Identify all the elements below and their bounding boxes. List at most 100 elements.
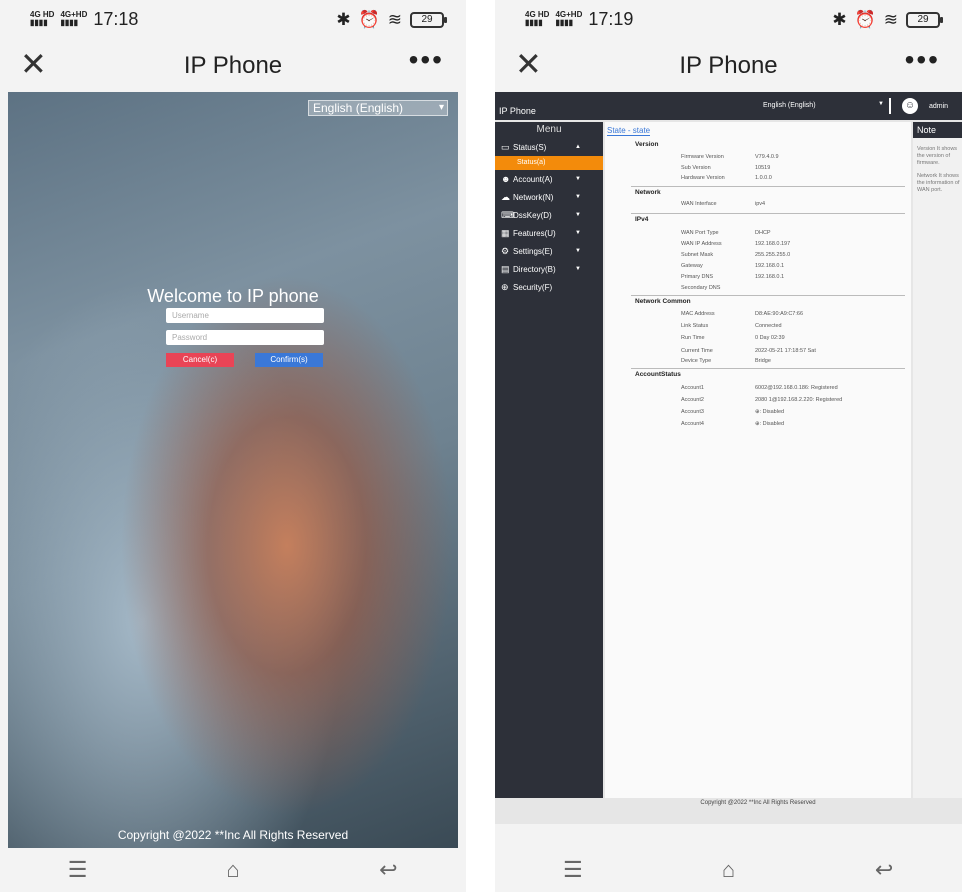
sidebar-item-status[interactable]: ▭ Status(S) ▲: [495, 138, 603, 156]
cancel-button[interactable]: Cancel(c): [166, 353, 234, 367]
welcome-heading: Welcome to IP phone: [147, 286, 319, 306]
field-value: 6002@192.168.0.186: Registered: [755, 385, 838, 391]
alarm-icon: ⏰: [358, 10, 380, 29]
grid-icon: ▦: [501, 228, 510, 238]
field-value: 2080 1@192.168.2.220: Registered: [755, 397, 843, 403]
field-label: Link Status: [681, 323, 709, 329]
chevron-down-icon: ▼: [575, 266, 581, 272]
chevron-down-icon[interactable]: ▼: [878, 101, 884, 107]
divider: [631, 186, 905, 187]
field-label: WAN IP Address: [681, 241, 722, 247]
sidebar-item-account[interactable]: ☻ Account(A) ▼: [495, 170, 603, 188]
book-icon: ▤: [501, 264, 510, 274]
divider: [631, 213, 905, 214]
field-value: Connected: [755, 323, 782, 329]
sidebar-item-directory[interactable]: ▤ Directory(B) ▼: [495, 260, 603, 278]
sidebar-item-features[interactable]: ▦ Features(U) ▼: [495, 224, 603, 242]
sidebar-item-network[interactable]: ☁ Network(N) ▼: [495, 188, 603, 206]
home-icon[interactable]: ⌂: [693, 857, 763, 883]
user-name[interactable]: admin: [929, 103, 948, 110]
field-label: Sub Version: [681, 165, 711, 171]
home-icon[interactable]: ⌂: [198, 857, 268, 883]
sidebar-subitem-status[interactable]: Status(a): [495, 156, 603, 170]
title-bar: ✕ IP Phone •••: [0, 40, 466, 92]
chevron-up-icon: ▲: [575, 144, 581, 150]
left-phone-screen: 4G HD ▮▮▮▮ 4G+HD ▮▮▮▮ 17:18 ✱ ⏰ ≋ 29 ✕ IP …: [0, 0, 466, 892]
username-input[interactable]: Username: [166, 308, 324, 323]
shield-icon: ⊕: [501, 282, 509, 292]
more-options-icon[interactable]: •••: [409, 44, 444, 76]
field-value: 10519: [755, 165, 771, 171]
status-bar: 4G HD ▮▮▮▮ 4G+HD ▮▮▮▮ 17:18 ✱ ⏰ ≋ 29: [0, 0, 466, 38]
system-nav-bar: ☰ ⌂ ↩: [0, 848, 466, 892]
login-background: English (English) ▾ Welcome to IP phone …: [8, 92, 458, 848]
sidebar-item-settings[interactable]: ⚙ Settings(E) ▼: [495, 242, 603, 260]
chevron-down-icon: ▼: [575, 176, 581, 182]
keyboard-icon: ⌨: [501, 210, 514, 220]
field-label: Device Type: [681, 358, 712, 364]
field-label: Account1: [681, 385, 704, 391]
chevron-down-icon: ▾: [438, 102, 444, 113]
section-title-network: Network: [635, 189, 661, 196]
status-bar: 4G HD ▮▮▮▮ 4G+HD ▮▮▮▮ 17:19 ✱ ⏰ ≋ 29: [495, 0, 962, 38]
status-content: State - state Version Firmware Version V7…: [605, 122, 911, 798]
field-label: MAC Address: [681, 311, 715, 317]
note-network: Network It shows the information of WAN …: [917, 173, 960, 193]
chevron-down-icon: ▼: [575, 248, 581, 254]
field-label: Account4: [681, 421, 704, 427]
more-options-icon[interactable]: •••: [905, 44, 940, 76]
signal-icon: 4G HD ▮▮▮▮: [525, 10, 550, 27]
menu-icon[interactable]: ☰: [538, 857, 608, 883]
copyright-text: Copyright @2022 **Inc All Rights Reserve…: [117, 828, 349, 842]
field-label: WAN Port Type: [681, 230, 719, 236]
sidebar-item-security[interactable]: ⊕ Security(F): [495, 278, 603, 296]
field-value: Bridge: [755, 358, 771, 364]
field-label: Subnet Mask: [681, 252, 714, 258]
note-heading: Note: [913, 122, 962, 138]
avatar[interactable]: ☺: [902, 98, 918, 114]
section-title-version: Version: [635, 141, 659, 148]
field-value: 0 Day 02:39: [755, 335, 785, 341]
field-value: V79.4.0.9: [755, 154, 779, 160]
field-label: Account2: [681, 397, 704, 403]
wifi-icon: ≋: [387, 10, 402, 29]
signal-icon: 4G+HD ▮▮▮▮: [60, 10, 88, 27]
field-value: 192.168.0.1: [755, 263, 785, 269]
right-phone-screen: 4G HD ▮▮▮▮ 4G+HD ▮▮▮▮ 17:19 ✱ ⏰ ≋ 29 ✕ IP …: [495, 0, 962, 892]
battery-icon: 29: [410, 12, 447, 28]
confirm-button[interactable]: Confirm(s): [255, 353, 323, 367]
page-title: IP Phone: [183, 52, 283, 79]
field-value: 192.168.0.1: [755, 274, 785, 280]
language-select[interactable]: English (English): [763, 102, 816, 109]
field-label: Run Time: [681, 335, 705, 341]
back-icon[interactable]: ↩: [849, 857, 919, 883]
divider: [631, 295, 905, 296]
system-nav-bar: ☰ ⌂ ↩: [495, 848, 962, 892]
field-value: 1.0.0.0: [755, 175, 772, 181]
header-divider: [889, 98, 891, 114]
password-input[interactable]: Password: [166, 330, 324, 345]
menu-icon[interactable]: ☰: [43, 857, 113, 883]
bluetooth-icon: ✱: [832, 10, 847, 29]
battery-icon: 29: [906, 12, 943, 28]
chevron-down-icon: ▼: [575, 212, 581, 218]
field-value: D8:AE:90:A9:C7:66: [755, 311, 804, 317]
gear-icon: ⚙: [501, 246, 510, 256]
clock-time: 17:19: [588, 8, 634, 29]
web-header: IP Phone English (English) ▼ ☺ admin: [495, 92, 962, 120]
chevron-down-icon: ▼: [575, 230, 581, 236]
field-label: Account3: [681, 409, 704, 415]
section-title-ipv4: IPv4: [635, 216, 649, 223]
wifi-icon: ≋: [883, 10, 898, 29]
app-name: IP Phone: [499, 106, 536, 116]
bluetooth-icon: ✱: [336, 10, 351, 29]
field-value: 192.168.0.197: [755, 241, 791, 247]
language-select[interactable]: English (English) ▾: [308, 100, 448, 116]
back-icon[interactable]: ↩: [353, 857, 423, 883]
field-value: ⊕: Disabled: [755, 421, 785, 427]
field-label: Primary DNS: [681, 274, 714, 280]
note-version: Version It shows the version of firmware…: [917, 146, 958, 166]
copyright-text: Copyright @2022 **Inc All Rights Reserve…: [700, 800, 816, 806]
chevron-down-icon: ▼: [575, 194, 581, 200]
sidebar-item-dsskey[interactable]: ⌨DssKey(D) ▼: [495, 206, 603, 224]
